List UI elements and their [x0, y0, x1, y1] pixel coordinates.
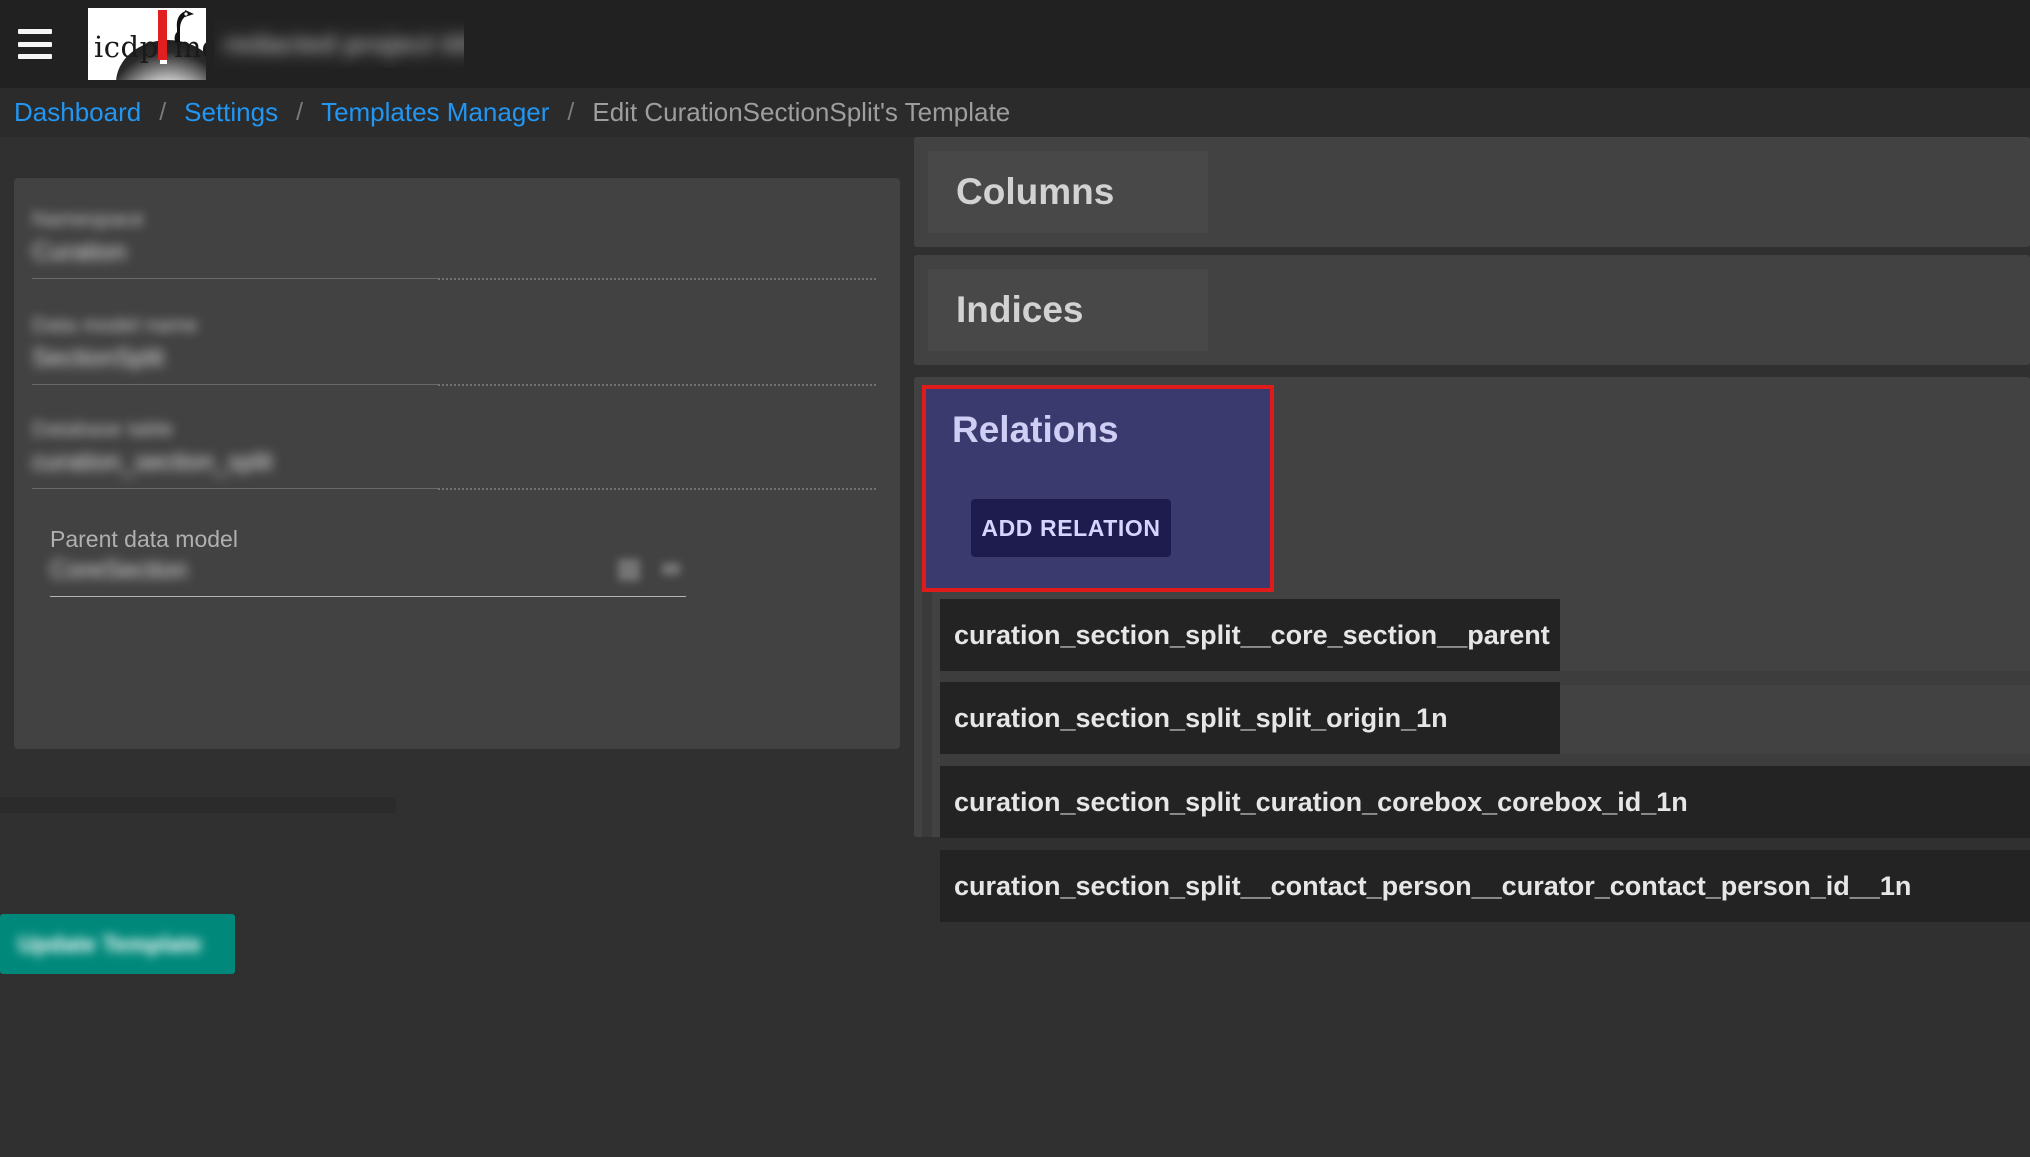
relation-name: curation_section_split__contact_person__… — [954, 870, 1912, 901]
submit-template-button[interactable]: Update Template — [0, 914, 235, 974]
right-pane: Columns Indices Relations ADD RELATION c… — [914, 137, 2030, 1157]
template-form-card: Namespace Curation Data model name Secti… — [14, 178, 900, 749]
app-header: icdp md redacted project title — [0, 0, 2030, 88]
breadcrumb-item-current: Edit CurationSectionSplit's Template — [592, 97, 1011, 127]
field-underline-dotted — [438, 488, 876, 490]
indices-panel-header[interactable]: Indices — [928, 269, 1208, 351]
scroll-edge — [0, 797, 396, 813]
clear-icon[interactable] — [618, 559, 640, 581]
breadcrumb-separator: / — [567, 98, 575, 126]
relation-list-item[interactable]: curation_section_split__contact_person__… — [940, 850, 2030, 922]
breadcrumb-item-templates-manager[interactable]: Templates Manager — [321, 97, 549, 128]
relation-name: curation_section_split_split_origin_1n — [954, 702, 1448, 733]
relation-name: curation_section_split_curation_corebox_… — [954, 786, 1688, 817]
relation-list-item[interactable]: curation_section_split__core_section__pa… — [940, 599, 1560, 671]
columns-panel-title: Columns — [956, 171, 1115, 212]
logo-wordmark-right: md — [174, 30, 206, 64]
field-value: CoreSection — [50, 556, 188, 584]
field-underline — [32, 488, 438, 489]
relations-list-edge — [922, 592, 932, 837]
field-underline-dotted — [438, 384, 876, 386]
indices-panel[interactable]: Indices — [914, 255, 2030, 365]
field-label: Data model name — [32, 314, 198, 337]
hamburger-menu-icon[interactable] — [18, 29, 52, 59]
form-field-model-name[interactable]: Data model name SectionSplit — [32, 314, 198, 373]
breadcrumb: Dashboard / Settings / Templates Manager… — [0, 88, 2030, 137]
left-pane: Namespace Curation Data model name Secti… — [0, 137, 914, 1157]
relation-list-item[interactable]: curation_section_split_split_origin_1n — [940, 682, 1560, 754]
breadcrumb-separator: / — [296, 98, 304, 126]
form-field-table-name[interactable]: Database table curation_section_split — [32, 418, 272, 477]
header-title-redacted: redacted project title — [214, 20, 464, 68]
indices-panel-title: Indices — [956, 289, 1084, 330]
field-underline — [32, 278, 438, 279]
field-underline — [50, 596, 686, 597]
brand-logo[interactable]: icdp md — [88, 8, 206, 80]
header-title-text: redacted project title — [224, 29, 464, 59]
field-label-parent-data-model: Parent data model — [50, 526, 238, 552]
hamburger-bar — [18, 41, 52, 47]
field-value: SectionSplit — [32, 344, 165, 372]
logo-wordmark-left: icdp — [94, 30, 159, 64]
relations-header-highlighted[interactable]: Relations ADD RELATION — [922, 385, 1274, 592]
breadcrumb-item-settings[interactable]: Settings — [184, 97, 278, 128]
hamburger-bar — [18, 29, 52, 34]
field-underline — [32, 384, 438, 385]
field-label: Namespace — [32, 208, 145, 231]
form-field-namespace[interactable]: Namespace Curation — [32, 208, 144, 267]
relation-name: curation_section_split__core_section__pa… — [954, 619, 1550, 650]
breadcrumb-item-dashboard[interactable]: Dashboard — [14, 97, 141, 128]
add-relation-button[interactable]: ADD RELATION — [971, 499, 1171, 557]
relations-panel-title: Relations — [952, 409, 1119, 450]
form-field-parent-data-model[interactable]: CoreSection — [50, 556, 188, 585]
columns-panel-header[interactable]: Columns — [928, 151, 1208, 233]
breadcrumb-separator: / — [159, 98, 167, 126]
hamburger-bar — [18, 54, 52, 59]
main-content: Namespace Curation Data model name Secti… — [0, 137, 2030, 1157]
relations-panel: Relations ADD RELATION curation_section_… — [914, 377, 2030, 838]
field-underline-dotted — [438, 278, 876, 280]
field-label: Database table — [32, 418, 174, 441]
field-value: curation_section_split — [32, 448, 273, 476]
columns-panel[interactable]: Columns — [914, 137, 2030, 247]
submit-template-label: Update Template — [18, 930, 202, 957]
field-value: Curation — [32, 238, 127, 266]
relation-list-item[interactable]: curation_section_split_curation_corebox_… — [940, 766, 2030, 838]
chevron-down-icon[interactable] — [662, 563, 680, 575]
